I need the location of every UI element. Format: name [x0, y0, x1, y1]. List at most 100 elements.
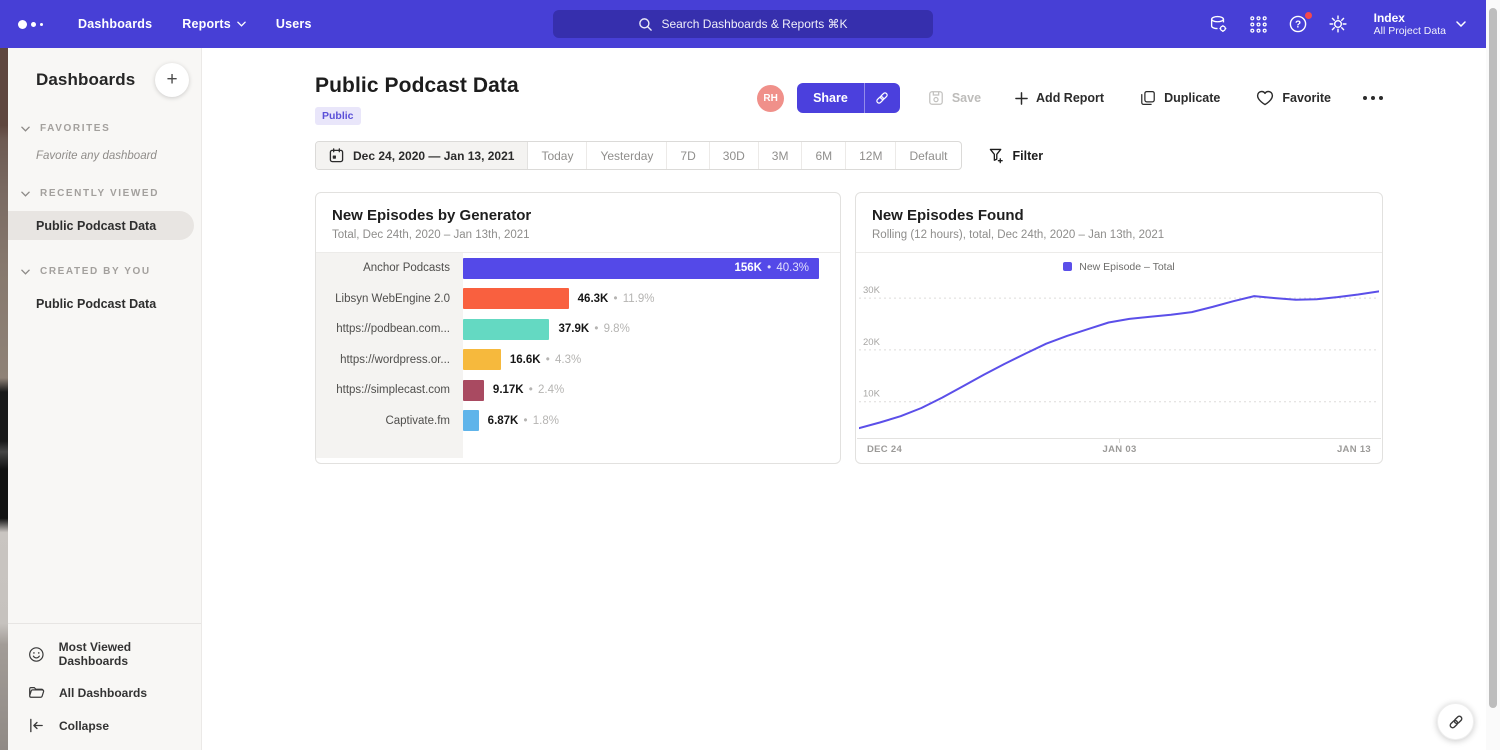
dot-icon — [1379, 96, 1383, 100]
nav-item-dashboards[interactable]: Dashboards — [78, 17, 152, 31]
floating-link-button[interactable] — [1437, 703, 1474, 740]
apps-grid-icon[interactable] — [1248, 14, 1269, 35]
sidebar-title: Dashboards — [36, 70, 135, 90]
data-sources-icon[interactable] — [1208, 14, 1229, 35]
bar-row-label: https://podbean.com... — [316, 314, 463, 345]
bar-chart: Anchor Podcasts156K • 40.3%Libsyn WebEng… — [316, 253, 840, 458]
date-range-button[interactable]: Dec 24, 2020 — Jan 13, 2021 — [316, 142, 528, 169]
duplicate-icon — [1140, 90, 1156, 106]
bar — [463, 319, 549, 340]
favorites-placeholder-text: Favorite any dashboard — [36, 150, 201, 162]
all-dashboards-button[interactable]: All Dashboards — [8, 676, 201, 709]
page-title: Public Podcast Data — [315, 74, 519, 98]
bar — [463, 410, 479, 431]
bar-value: 46.3K • 11.9% — [578, 293, 655, 305]
recently-viewed-section-header[interactable]: RECENTLY VIEWED — [8, 188, 201, 199]
bar-value: 16.6K • 4.3% — [510, 354, 581, 366]
legend-swatch — [1063, 262, 1072, 271]
smiley-icon — [28, 646, 45, 663]
nav-right: ? Index All Project Data — [1208, 0, 1466, 48]
search-icon — [638, 17, 653, 32]
created-by-you-section-header[interactable]: CREATED BY YOU — [8, 266, 201, 277]
chevron-down-icon — [21, 126, 30, 132]
more-options-button[interactable] — [1363, 96, 1383, 100]
bar-row: Anchor Podcasts156K • 40.3% — [316, 253, 840, 284]
sidebar-item-public-podcast-data[interactable]: Public Podcast Data — [8, 211, 194, 240]
bar-cell: 6.87K • 1.8% — [463, 410, 840, 431]
preset-today[interactable]: Today — [528, 142, 587, 169]
sidebar-footer: Most Viewed Dashboards All Dashboards Co… — [8, 623, 201, 750]
main-area: Public Podcast Data Public RH Share — [202, 48, 1486, 750]
search-input[interactable]: Search Dashboards & Reports ⌘K — [553, 10, 933, 38]
preset-30d[interactable]: 30D — [710, 142, 759, 169]
bar-row: https://podbean.com... 37.9K • 9.8% — [316, 314, 840, 345]
preset-3m[interactable]: 3M — [759, 142, 803, 169]
most-viewed-dashboards-label: Most Viewed Dashboards — [59, 640, 201, 668]
svg-text:?: ? — [1295, 20, 1301, 31]
folder-icon — [28, 684, 45, 701]
save-button[interactable]: Save — [928, 90, 981, 106]
date-toolbar: Dec 24, 2020 — Jan 13, 2021 Today Yester… — [315, 141, 1383, 170]
created-by-you-section-label: CREATED BY YOU — [40, 266, 151, 277]
save-label: Save — [952, 91, 981, 105]
bar-row-label: https://simplecast.com — [316, 375, 463, 406]
logo-dot-icon — [40, 23, 43, 26]
share-button[interactable]: Share — [797, 83, 864, 113]
avatar[interactable]: RH — [757, 85, 784, 112]
top-navbar: Dashboards Reports Users Search Dashboar… — [0, 0, 1486, 48]
bar-value: 37.9K • 9.8% — [558, 323, 629, 335]
nav-item-users[interactable]: Users — [276, 17, 312, 31]
plus-icon — [1015, 92, 1028, 105]
line-series — [859, 291, 1379, 428]
link-icon — [874, 90, 890, 106]
chevron-down-icon — [21, 191, 30, 197]
duplicate-label: Duplicate — [1164, 91, 1220, 105]
nav-item-reports[interactable]: Reports — [182, 17, 246, 31]
workspace-switcher[interactable]: Index All Project Data — [1374, 11, 1466, 38]
bar-cell: 156K • 40.3% — [463, 258, 840, 279]
preset-yesterday[interactable]: Yesterday — [587, 142, 667, 169]
bar — [463, 349, 501, 370]
filter-button[interactable]: Filter — [989, 148, 1044, 164]
share-link-button[interactable] — [864, 83, 900, 113]
filter-label: Filter — [1013, 149, 1044, 163]
card-subtitle: Rolling (12 hours), total, Dec 24th, 202… — [872, 229, 1366, 241]
sidebar: Dashboards + FAVORITES Favorite any dash… — [8, 48, 202, 750]
legend-label: New Episode – Total — [1079, 261, 1175, 273]
collapse-sidebar-button[interactable]: Collapse — [8, 709, 201, 742]
heart-icon — [1256, 90, 1274, 106]
most-viewed-dashboards-button[interactable]: Most Viewed Dashboards — [8, 632, 201, 676]
bar-row: https://wordpress.or...16.6K • 4.3% — [316, 345, 840, 376]
add-dashboard-button[interactable]: + — [155, 63, 189, 97]
line-chart-svg: 10K20K30K — [859, 280, 1379, 438]
scrollbar-thumb[interactable] — [1489, 8, 1497, 708]
preset-default[interactable]: Default — [896, 142, 960, 169]
calendar-icon — [329, 148, 344, 163]
preset-7d[interactable]: 7D — [667, 142, 709, 169]
sidebar-section-recently-viewed: RECENTLY VIEWED Public Podcast Data — [8, 188, 201, 240]
duplicate-button[interactable]: Duplicate — [1140, 90, 1220, 106]
bar-row-label: Libsyn WebEngine 2.0 — [316, 284, 463, 315]
visibility-badge: Public — [315, 107, 361, 125]
bar-cell: 9.17K • 2.4% — [463, 380, 840, 401]
sidebar-item-public-podcast-data-created[interactable]: Public Podcast Data — [8, 289, 201, 318]
bar-row-label: Anchor Podcasts — [316, 253, 463, 284]
card-title: New Episodes Found — [872, 207, 1366, 224]
favorite-button[interactable]: Favorite — [1256, 90, 1331, 106]
bar: 156K • 40.3% — [463, 258, 819, 279]
x-tick-label-start: DEC 24 — [867, 444, 902, 455]
filter-funnel-icon — [989, 148, 1004, 164]
search-placeholder: Search Dashboards & Reports ⌘K — [661, 17, 847, 31]
card-title: New Episodes by Generator — [332, 207, 824, 224]
preset-12m[interactable]: 12M — [846, 142, 896, 169]
help-icon[interactable]: ? — [1288, 14, 1309, 35]
add-report-button[interactable]: Add Report — [1015, 91, 1104, 105]
favorite-label: Favorite — [1282, 91, 1331, 105]
page-scrollbar[interactable] — [1486, 0, 1500, 750]
app-logo[interactable] — [18, 20, 52, 29]
preset-6m[interactable]: 6M — [802, 142, 846, 169]
recently-viewed-section-label: RECENTLY VIEWED — [40, 188, 159, 199]
save-icon — [928, 90, 944, 106]
settings-gear-icon[interactable] — [1328, 14, 1349, 35]
favorites-section-header[interactable]: FAVORITES — [8, 123, 201, 134]
